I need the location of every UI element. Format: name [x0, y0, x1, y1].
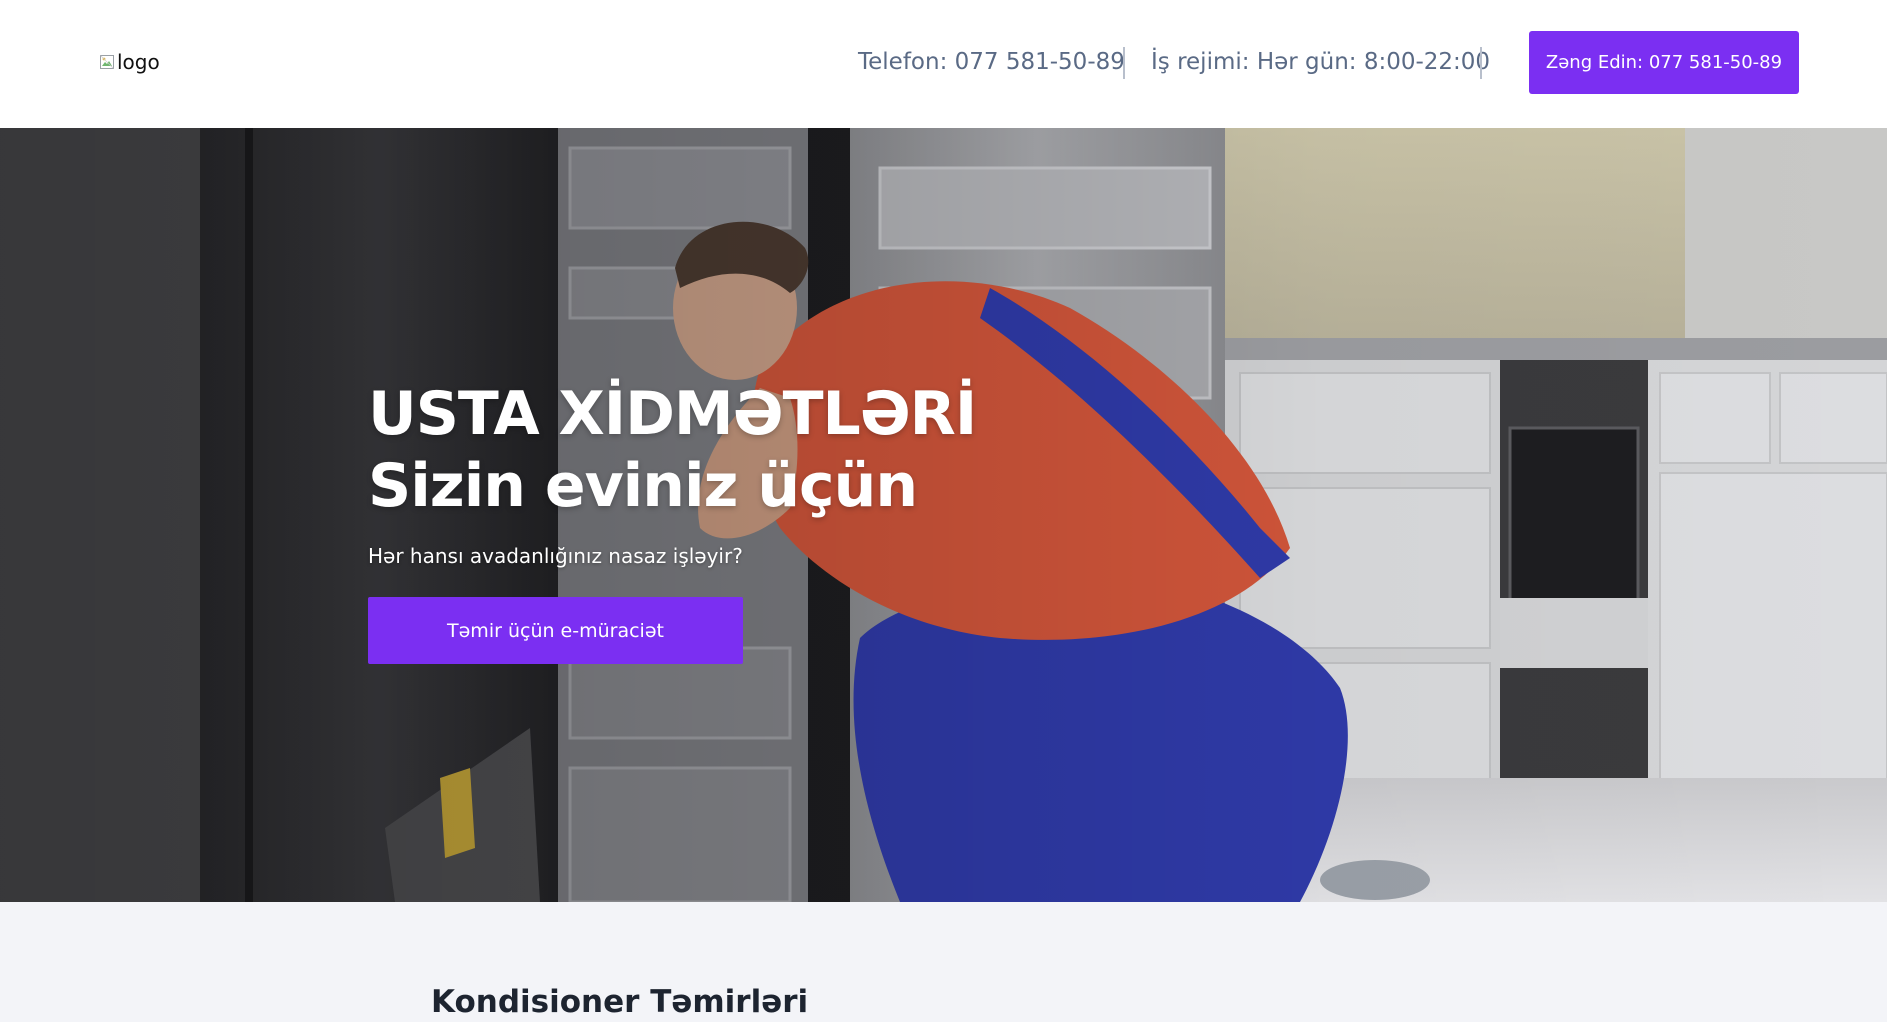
header-divider — [1480, 47, 1482, 79]
hero-subtitle: Hər hansı avadanlığınız nasaz işləyir? — [368, 544, 743, 568]
hero-section: USTA XİDMƏTLƏRİ Sizin eviniz üçün Hər ha… — [0, 128, 1887, 902]
logo[interactable]: logo — [99, 50, 160, 74]
hero-title-line-2: Sizin eviniz üçün — [368, 451, 918, 521]
hero-title-line-1: USTA XİDMƏTLƏRİ — [368, 379, 977, 449]
broken-image-icon — [100, 55, 114, 69]
services-section: Kondisioner Təmirləri — [0, 902, 1887, 1022]
site-header: logo Telefon: 077 581-50-89 İş rejimi: H… — [0, 0, 1887, 128]
call-button[interactable]: Zəng Edin: 077 581-50-89 — [1529, 31, 1799, 94]
header-divider — [1123, 47, 1125, 79]
services-heading: Kondisioner Təmirləri — [431, 984, 809, 1020]
repair-request-button[interactable]: Təmir üçün e-müraciət — [368, 597, 743, 664]
logo-alt-text: logo — [117, 50, 160, 74]
hero-title: USTA XİDMƏTLƏRİ Sizin eviniz üçün — [368, 378, 977, 522]
header-working-hours: İş rejimi: Hər gün: 8:00-22:00 — [1151, 49, 1491, 75]
header-phone-info: Telefon: 077 581-50-89 — [858, 49, 1125, 75]
